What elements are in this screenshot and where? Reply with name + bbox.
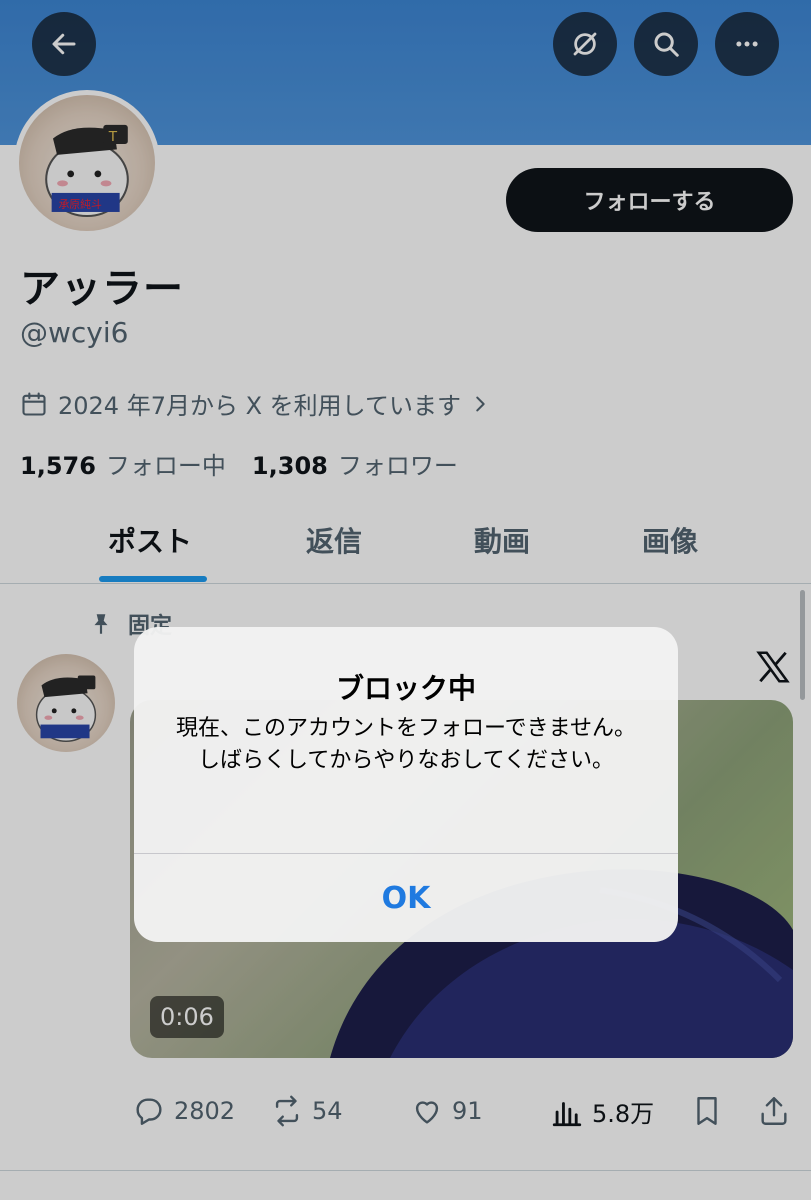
modal-overlay [0,0,811,1200]
ok-button[interactable]: OK [134,854,678,942]
dialog-title: ブロック中 [335,672,476,705]
blocked-alert-dialog: ブロック中 現在、このアカウントをフォローできません。しばらくしてからやりなおし… [134,627,678,942]
dialog-message: 現在、このアカウントをフォローできません。しばらくしてからやりなおしてください。 [175,716,637,773]
